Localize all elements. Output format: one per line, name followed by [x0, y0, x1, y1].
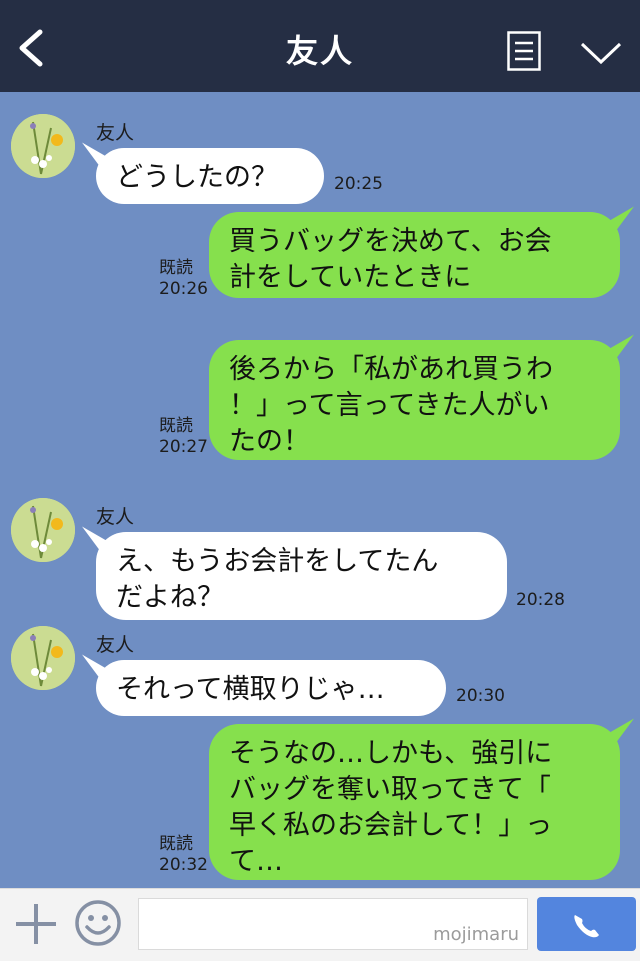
menu-document-icon[interactable] [507, 31, 541, 71]
chat-header: 友人 [0, 0, 640, 92]
read-receipt: 既読 [159, 258, 193, 278]
message-bubble[interactable]: そうなの…しかも、強引に バッグを奪い取ってきて「 早く私のお会計して！」っ て… [209, 724, 620, 880]
message-time: 20:30 [456, 686, 505, 706]
chat-title: 友人 [285, 32, 354, 70]
message-time: 20:27 [159, 437, 208, 457]
flower-avatar-icon [11, 114, 75, 178]
avatar[interactable] [11, 626, 75, 690]
flower-avatar-icon [11, 626, 75, 690]
flower-avatar-icon [11, 498, 75, 562]
avatar[interactable] [11, 114, 75, 178]
avatar[interactable] [11, 498, 75, 562]
message-bubble[interactable]: 後ろから「私があれ買うわ ！」って言ってきた人がい たの！ [209, 340, 620, 460]
chevron-down-icon[interactable] [580, 40, 622, 66]
message-list[interactable]: 友人 どうしたの？ 20:25 既読 20:26 買うバッグを決めて、お会 計を… [0, 92, 640, 888]
call-button[interactable] [537, 897, 636, 951]
sender-name: 友人 [96, 634, 135, 656]
read-receipt: 既読 [159, 416, 193, 436]
message-bubble[interactable]: それって横取りじゃ… [96, 660, 446, 716]
watermark: mojimaru [433, 924, 519, 945]
message-bubble[interactable]: 買うバッグを決めて、お会 計をしていたときに [209, 212, 620, 298]
message-input[interactable]: mojimaru [138, 898, 528, 950]
smiley-icon[interactable] [74, 899, 122, 947]
read-receipt: 既読 [159, 834, 193, 854]
message-time: 20:26 [159, 279, 208, 299]
message-time: 20:32 [159, 855, 208, 875]
plus-icon[interactable] [14, 902, 58, 946]
message-time: 20:28 [516, 590, 565, 610]
message-bubble[interactable]: どうしたの？ [96, 148, 324, 204]
sender-name: 友人 [96, 122, 135, 144]
message-bubble[interactable]: え、もうお会計をしてたん だよね？ [96, 532, 507, 620]
phone-icon [574, 915, 599, 938]
sender-name: 友人 [96, 506, 135, 528]
message-time: 20:25 [334, 174, 383, 194]
